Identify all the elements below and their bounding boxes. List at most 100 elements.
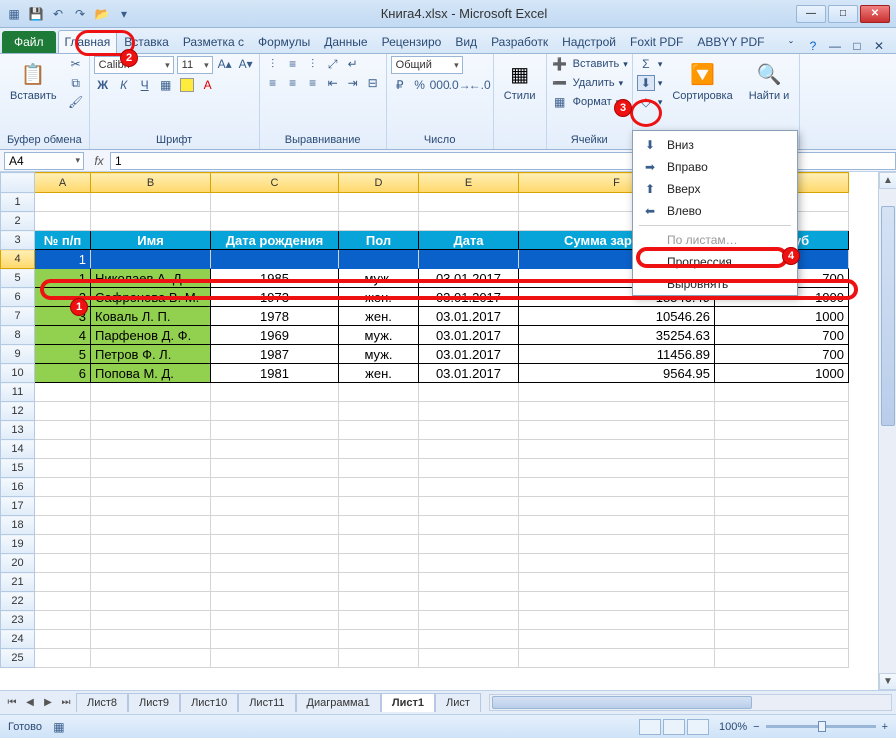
insert-cells-button[interactable]: ➕Вставить▾ — [551, 56, 628, 72]
table-header-cell[interactable]: Пол — [339, 231, 419, 250]
cell[interactable] — [211, 421, 339, 440]
cell[interactable]: муж. — [339, 326, 419, 345]
cell[interactable]: 03.01.2017 — [419, 288, 519, 307]
cell[interactable] — [715, 630, 849, 649]
cell[interactable] — [35, 516, 91, 535]
fill-justify-item[interactable]: Выровнять — [635, 273, 795, 292]
col-header[interactable]: B — [91, 173, 211, 193]
open-icon[interactable]: 📂 — [94, 6, 110, 22]
cell[interactable] — [91, 592, 211, 611]
vertical-scrollbar[interactable]: ▲ ▼ — [878, 172, 896, 690]
cell[interactable] — [519, 383, 715, 402]
cell[interactable]: 700 — [715, 345, 849, 364]
cell[interactable] — [339, 193, 419, 212]
cell[interactable] — [211, 459, 339, 478]
sheet-nav-next-icon[interactable]: ▶ — [40, 695, 56, 711]
cell[interactable]: 03.01.2017 — [419, 326, 519, 345]
fill-series-item[interactable]: Прогрессия… — [635, 251, 795, 273]
table-header-cell[interactable]: Дата — [419, 231, 519, 250]
font-size-combo[interactable]: 11 — [177, 56, 213, 74]
cell[interactable] — [715, 554, 849, 573]
increase-indent-icon[interactable]: ⇥ — [344, 75, 362, 91]
increase-font-icon[interactable]: A▴ — [216, 56, 234, 72]
cell[interactable] — [91, 554, 211, 573]
cell[interactable] — [339, 459, 419, 478]
cell[interactable] — [519, 611, 715, 630]
cell[interactable]: Коваль Л. П. — [91, 307, 211, 326]
cell[interactable]: муж. — [339, 345, 419, 364]
fill-left-item[interactable]: ⬅Влево — [635, 200, 795, 222]
cell[interactable] — [339, 649, 419, 668]
horizontal-scrollbar[interactable] — [489, 694, 892, 711]
bold-icon[interactable]: Ж — [94, 77, 112, 93]
cell[interactable] — [91, 383, 211, 402]
cell[interactable] — [211, 250, 339, 269]
row-header[interactable]: 25 — [1, 649, 35, 668]
minimize-button[interactable]: — — [796, 5, 826, 23]
decrease-font-icon[interactable]: A▾ — [237, 56, 255, 72]
cell[interactable]: 700 — [715, 326, 849, 345]
cell[interactable] — [339, 554, 419, 573]
align-bottom-icon[interactable]: ⫶ — [304, 56, 322, 72]
cell[interactable] — [35, 440, 91, 459]
cell[interactable] — [519, 459, 715, 478]
cell[interactable] — [91, 212, 211, 231]
row-header[interactable]: 11 — [1, 383, 35, 402]
row-header[interactable]: 8 — [1, 326, 35, 345]
row-header[interactable]: 6 — [1, 288, 35, 307]
cell[interactable]: жен. — [339, 307, 419, 326]
cell[interactable] — [715, 535, 849, 554]
row-header[interactable]: 21 — [1, 573, 35, 592]
align-left-icon[interactable]: ≡ — [264, 75, 282, 91]
cell[interactable] — [211, 478, 339, 497]
cell[interactable] — [419, 497, 519, 516]
row-header[interactable]: 2 — [1, 212, 35, 231]
tab-view[interactable]: Вид — [448, 30, 484, 53]
cell[interactable] — [715, 611, 849, 630]
cell[interactable] — [339, 212, 419, 231]
find-select-button[interactable]: 🔍 Найти и — [743, 56, 796, 106]
cell[interactable] — [519, 516, 715, 535]
cell[interactable] — [91, 649, 211, 668]
cell[interactable] — [339, 592, 419, 611]
cell[interactable] — [211, 649, 339, 668]
row-header[interactable]: 12 — [1, 402, 35, 421]
row-header[interactable]: 13 — [1, 421, 35, 440]
cell[interactable] — [35, 630, 91, 649]
window-close-icon[interactable]: ✕ — [872, 39, 886, 53]
cell[interactable]: 10546.26 — [519, 307, 715, 326]
cell[interactable] — [211, 592, 339, 611]
sheet-tab[interactable]: Лист — [435, 693, 481, 712]
fill-up-item[interactable]: ⬆Вверх — [635, 178, 795, 200]
row-header[interactable]: 19 — [1, 535, 35, 554]
cell[interactable] — [339, 573, 419, 592]
sheet-tab[interactable]: Лист1 — [381, 693, 435, 712]
wrap-text-icon[interactable]: ↵ — [344, 56, 362, 72]
sheet-tab[interactable]: Лист8 — [76, 693, 128, 712]
row-header[interactable]: 22 — [1, 592, 35, 611]
cell[interactable] — [339, 497, 419, 516]
currency-icon[interactable]: ₽ — [391, 77, 409, 93]
cell[interactable] — [715, 440, 849, 459]
cell[interactable]: 5 — [35, 345, 91, 364]
cell[interactable] — [519, 592, 715, 611]
cell[interactable]: 1000 — [715, 307, 849, 326]
cell[interactable] — [715, 592, 849, 611]
cell[interactable] — [519, 421, 715, 440]
cell[interactable] — [211, 573, 339, 592]
cell[interactable] — [419, 193, 519, 212]
select-all-corner[interactable] — [1, 173, 35, 193]
cell[interactable] — [419, 554, 519, 573]
col-header[interactable]: E — [419, 173, 519, 193]
cell[interactable] — [519, 535, 715, 554]
cell[interactable] — [715, 383, 849, 402]
cell[interactable] — [35, 573, 91, 592]
cell[interactable] — [715, 573, 849, 592]
name-box[interactable]: A4 — [4, 152, 84, 170]
tab-layout[interactable]: Разметка с — [176, 30, 251, 53]
cell[interactable] — [715, 516, 849, 535]
cell[interactable]: 1987 — [211, 345, 339, 364]
cell[interactable] — [519, 497, 715, 516]
cell[interactable] — [419, 402, 519, 421]
cell[interactable] — [35, 497, 91, 516]
